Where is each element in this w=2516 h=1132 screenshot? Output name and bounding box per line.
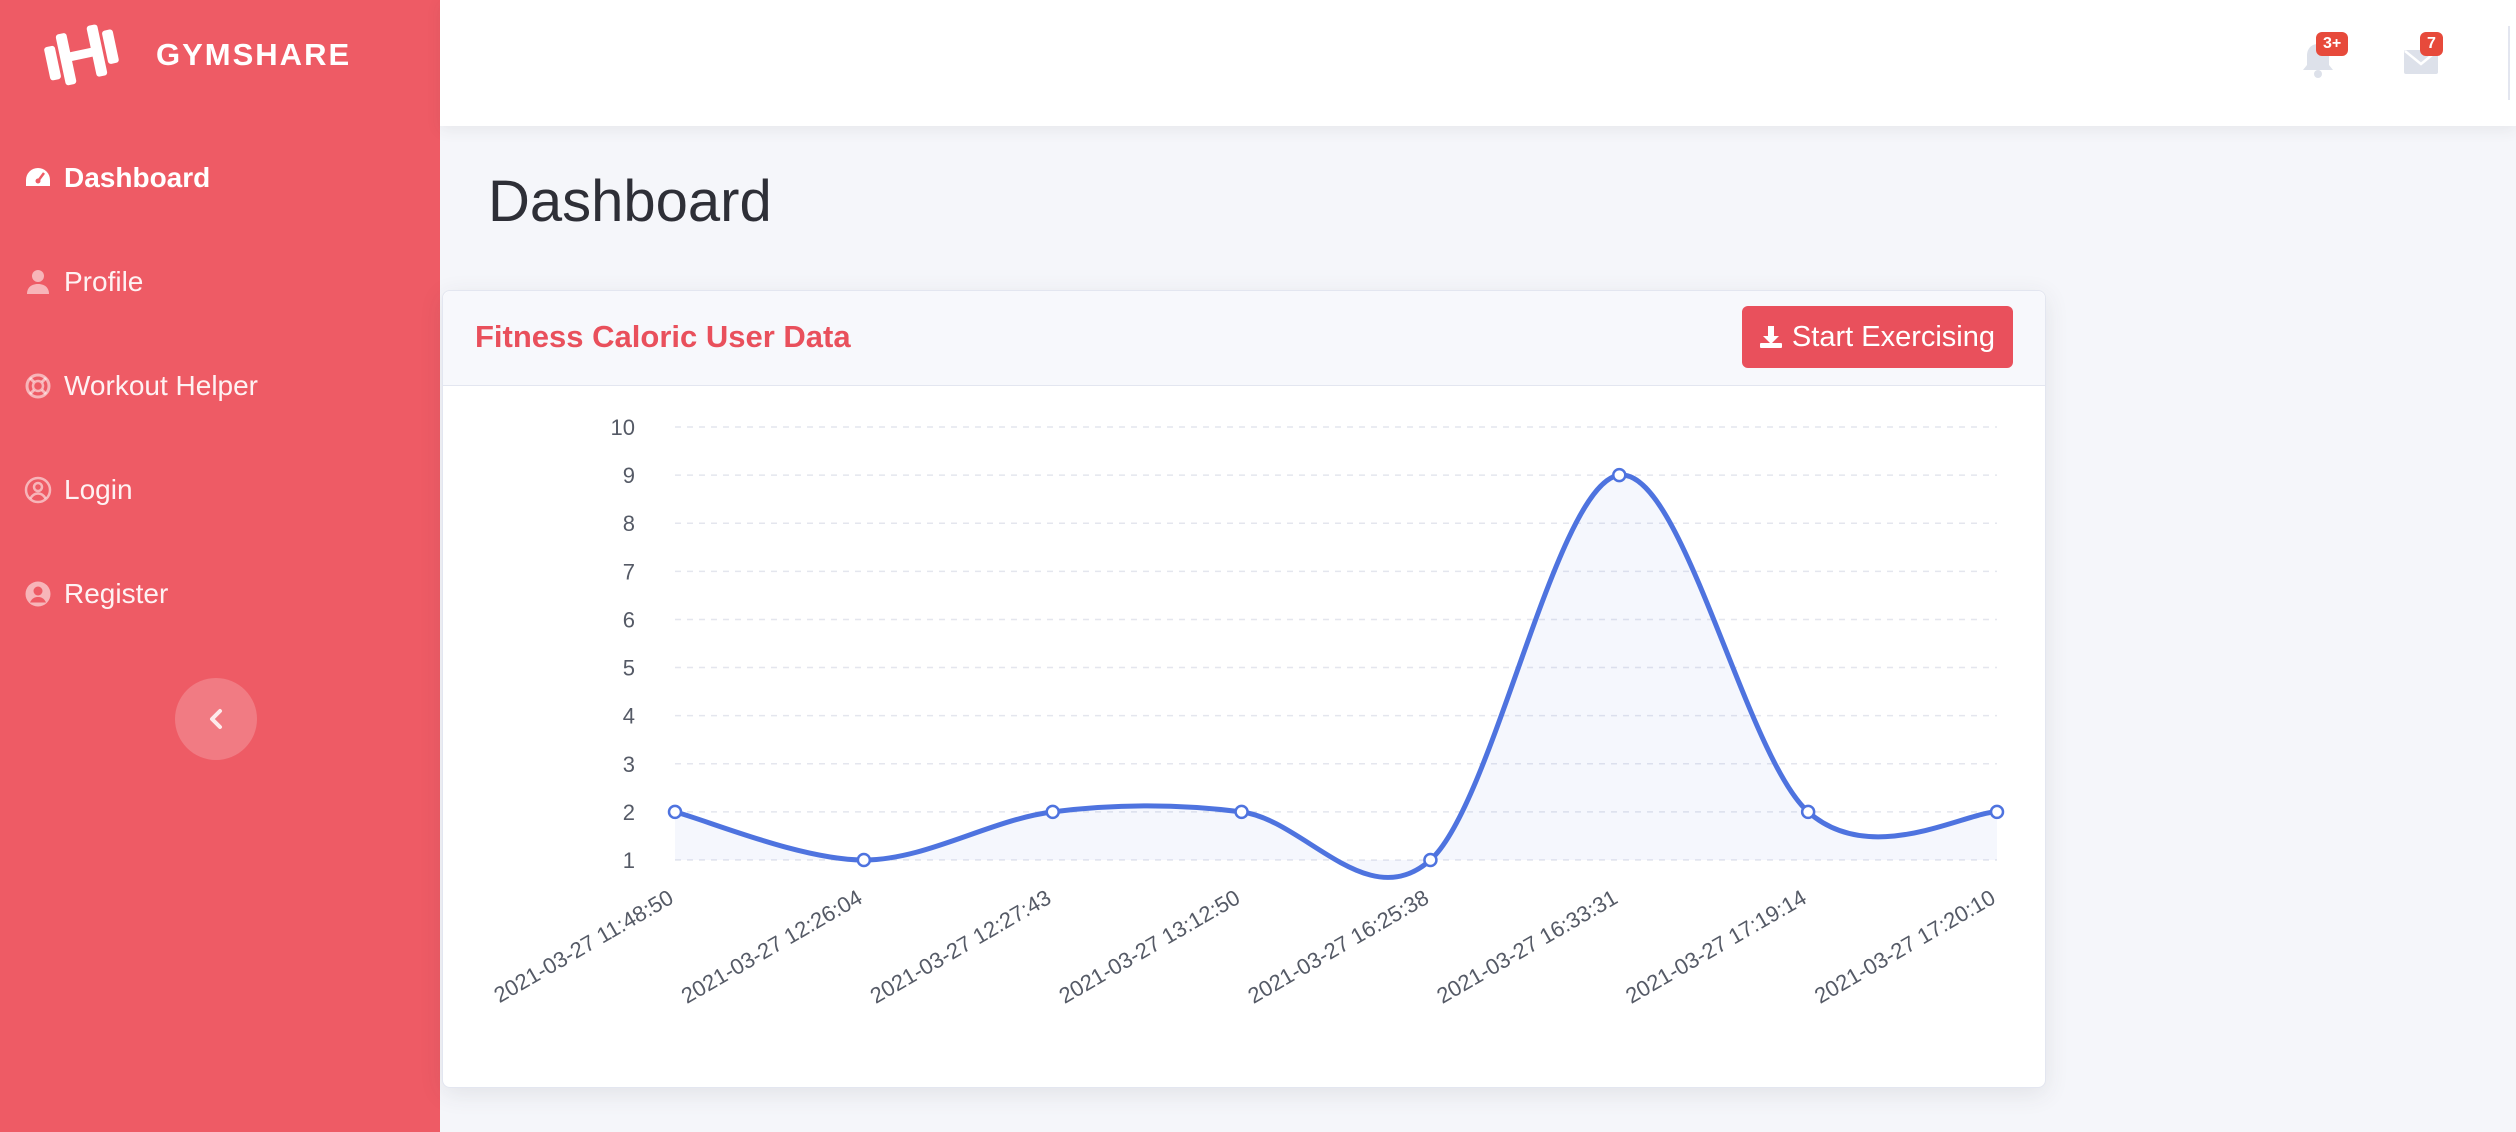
sidebar-item-workout-helper[interactable]: Workout Helper xyxy=(0,334,440,438)
brand-name: GYMSHARE xyxy=(156,37,352,72)
sidebar-toggle-button[interactable] xyxy=(175,678,257,760)
data-point xyxy=(1234,804,1249,820)
y-tick-label: 1 xyxy=(623,848,635,873)
sidebar-item-profile[interactable]: Profile xyxy=(0,230,440,334)
messages-badge: 7 xyxy=(2420,32,2443,56)
sidebar-item-label: Register xyxy=(64,578,169,609)
x-tick-label: 2021-03-27 12:27:43 xyxy=(866,885,1055,1009)
sidebar-nav: Dashboard Profile Workout Helper Login R… xyxy=(0,126,440,646)
user-circle-solid-icon xyxy=(25,581,51,607)
y-tick-label: 4 xyxy=(623,704,635,729)
sidebar-item-label: Workout Helper xyxy=(64,370,259,401)
series-area xyxy=(675,474,1997,878)
start-exercising-label: Start Exercising xyxy=(1791,320,1995,353)
line-chart: 123456789102021-03-27 11:48:50 2021-03-27… xyxy=(489,415,2005,1009)
brand[interactable]: GYMSHARE xyxy=(40,20,351,90)
chart-area: 1 2 3 4 5 6 7 8 9 10 2021-03-27 11:48:50 2021-03-27… xyxy=(443,387,2047,1087)
sidebar-item-label: Dashboard xyxy=(64,162,211,193)
y-tick-label: 2 xyxy=(623,800,635,825)
chart-card: Fitness Caloric User Data Start Exercisi… xyxy=(442,290,2046,1088)
sidebar-item-dashboard[interactable]: Dashboard xyxy=(0,126,440,230)
data-point xyxy=(1423,852,1438,868)
x-tick-label: 2021-03-27 16:25:38 xyxy=(1244,885,1433,1009)
messages-button[interactable]: 7 xyxy=(2402,32,2450,84)
sidebar-item-label: Login xyxy=(64,474,133,505)
data-point xyxy=(1045,804,1060,820)
x-tick-label: 2021-03-27 13:12:50 xyxy=(1055,885,1244,1009)
data-point xyxy=(856,852,872,868)
x-tick-label: 2021-03-27 11:48:50 xyxy=(489,885,677,1008)
sidebar: GYMSHARE Dashboard Profile Workout Helpe… xyxy=(0,0,440,1132)
y-tick-label: 6 xyxy=(623,607,635,632)
y-tick-label: 10 xyxy=(611,415,635,440)
page-title: Dashboard xyxy=(488,169,772,234)
y-tick-label: 5 xyxy=(623,656,635,681)
y-tick-label: 9 xyxy=(623,463,635,488)
data-point xyxy=(1800,804,1816,820)
user-circle-icon xyxy=(24,476,52,504)
card-header: Fitness Caloric User Data Start Exercisi… xyxy=(443,291,2045,386)
alerts-badge: 3+ xyxy=(2316,32,2349,56)
data-point xyxy=(1612,467,1627,483)
sidebar-item-register[interactable]: Register xyxy=(0,542,440,646)
x-tick-label: 2021-03-27 16:33:31 xyxy=(1432,885,1621,1009)
data-point xyxy=(667,804,683,820)
data-point xyxy=(1989,804,2005,820)
y-tick-label: 3 xyxy=(623,752,635,777)
sidebar-item-label: Profile xyxy=(64,266,144,297)
y-tick-label: 7 xyxy=(623,559,635,584)
life-ring-icon xyxy=(25,373,51,399)
topbar-divider xyxy=(2508,26,2510,100)
x-tick-label: 2021-03-27 12:26:04 xyxy=(677,885,866,1009)
user-icon xyxy=(27,270,49,294)
chevron-left-icon xyxy=(210,709,222,729)
start-exercising-button[interactable]: Start Exercising xyxy=(1741,306,2013,368)
download-icon xyxy=(1759,326,1782,348)
topbar: 3+ 7 xyxy=(440,0,2516,126)
x-tick-label: 2021-03-27 17:19:14 xyxy=(1621,885,1810,1009)
x-tick-label: 2021-03-27 17:20:10 xyxy=(1810,885,1999,1009)
sidebar-item-login[interactable]: Login xyxy=(0,438,440,542)
card-title: Fitness Caloric User Data xyxy=(475,319,851,354)
tachometer-icon xyxy=(26,168,50,186)
dumbbell-logo-icon xyxy=(44,24,119,86)
alerts-button[interactable]: 3+ xyxy=(2298,32,2349,84)
y-tick-label: 8 xyxy=(623,511,635,536)
